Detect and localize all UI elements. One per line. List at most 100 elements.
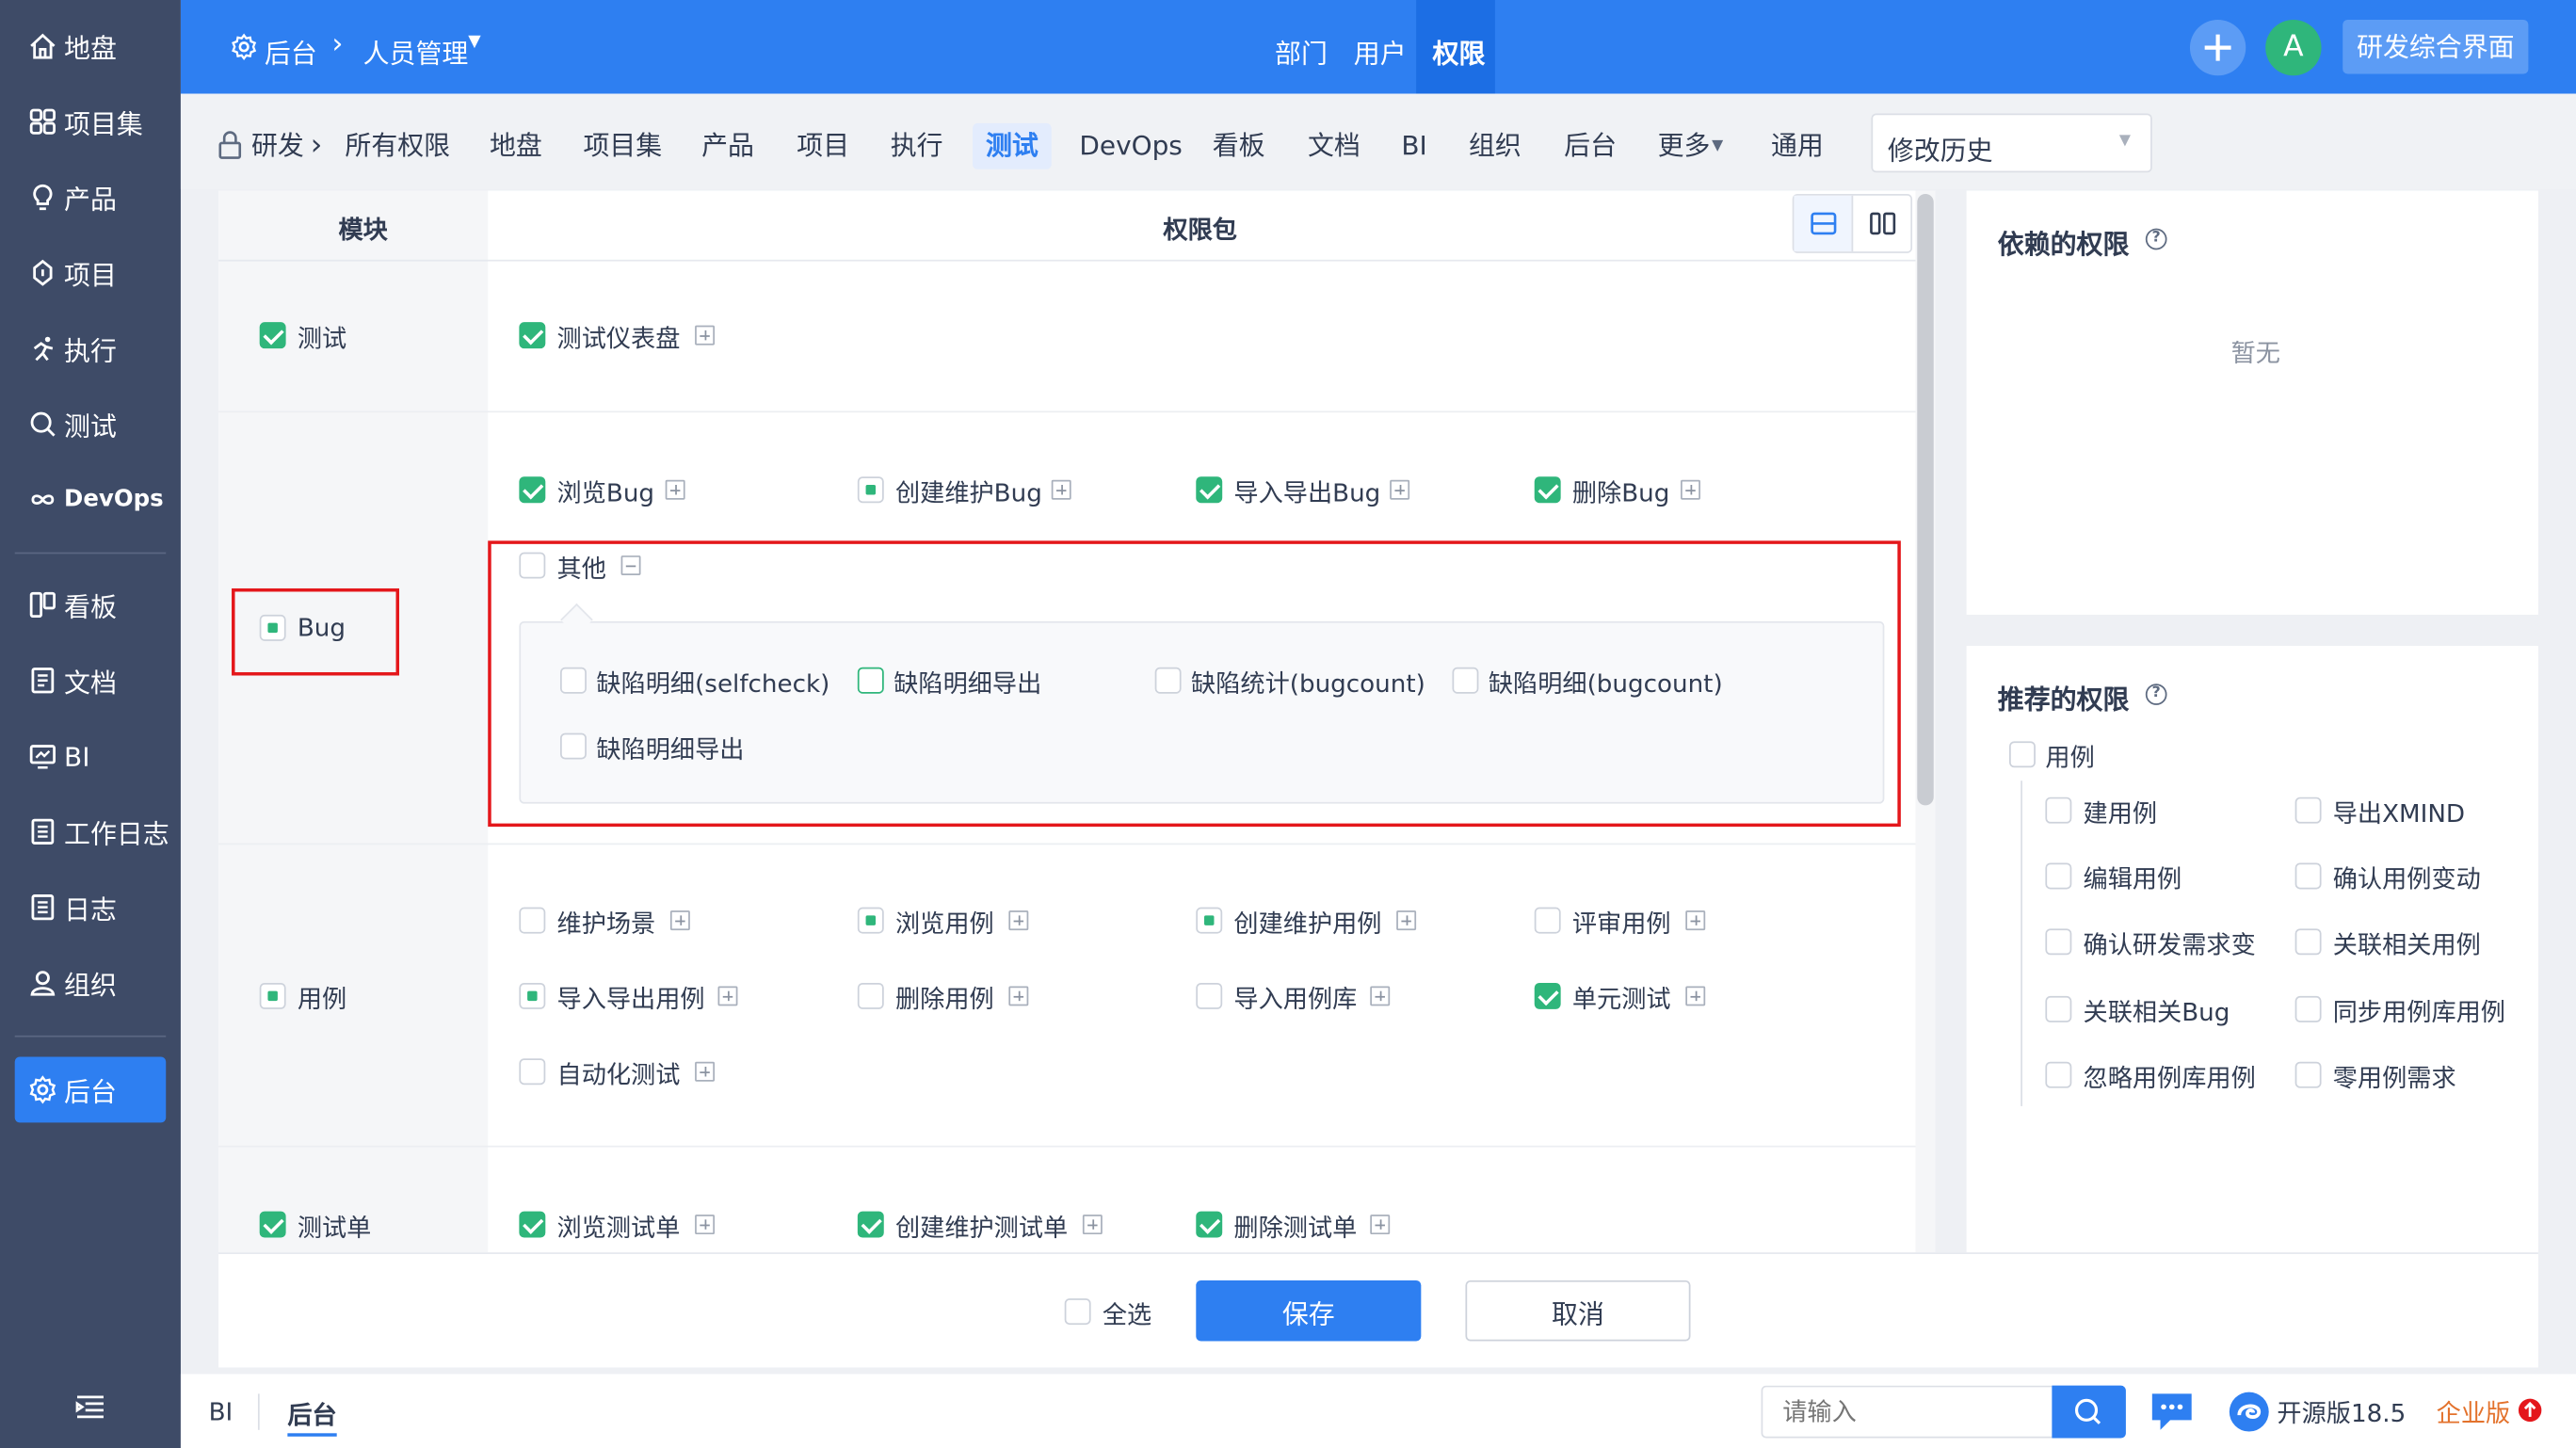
nav-devops[interactable]: DevOps (1079, 123, 1182, 169)
package-checkbox[interactable] (519, 907, 546, 934)
sidebar-item-journal[interactable]: 日志 (15, 875, 167, 941)
list-view-button[interactable] (1794, 195, 1854, 252)
scrollbar-track[interactable] (1915, 190, 1936, 1253)
recommended-checkbox[interactable] (2294, 928, 2322, 956)
package-checkbox[interactable] (857, 1211, 884, 1238)
nav-more[interactable]: 更多 (1658, 123, 1711, 169)
recommended-group-checkbox[interactable] (2009, 741, 2036, 768)
avatar[interactable]: A (2265, 19, 2322, 76)
tab-user[interactable]: 用户 (1354, 31, 1407, 71)
expand-icon[interactable] (695, 1061, 716, 1082)
nav-company[interactable]: 组织 (1469, 123, 1521, 169)
chat-icon[interactable] (2148, 1389, 2197, 1435)
package-checkbox[interactable] (519, 1058, 546, 1086)
module-checkbox-case[interactable] (259, 982, 286, 1009)
workspace-button[interactable]: 研发综合界面 (2343, 19, 2529, 74)
search-button[interactable] (2052, 1385, 2126, 1439)
sidebar-item-project[interactable]: 项目 (15, 240, 167, 306)
version-label[interactable]: 开源版18.5 (2277, 1395, 2406, 1430)
expand-icon[interactable] (695, 325, 716, 346)
recommended-checkbox[interactable] (2045, 796, 2072, 824)
chevron-down-icon[interactable]: ▼ (1712, 123, 1723, 169)
collapse-menu-icon[interactable] (75, 1393, 105, 1420)
expand-icon[interactable] (1685, 910, 1706, 931)
column-view-button[interactable] (1853, 196, 1912, 251)
sidebar-item-admin[interactable]: 后台 (14, 1056, 167, 1123)
save-button[interactable]: 保存 (1196, 1279, 1422, 1342)
package-checkbox[interactable] (857, 476, 884, 504)
enterprise-link[interactable]: 企业版 (2437, 1395, 2511, 1430)
expand-icon[interactable] (1390, 479, 1410, 500)
recommended-checkbox[interactable] (2294, 1061, 2322, 1088)
nav-doc[interactable]: 文档 (1308, 123, 1360, 169)
breadcrumb-root[interactable]: 后台 (265, 31, 317, 71)
package-checkbox[interactable] (1534, 476, 1561, 504)
recommended-checkbox[interactable] (2045, 995, 2072, 1022)
expand-icon[interactable] (669, 910, 690, 931)
nav-product[interactable]: 产品 (701, 123, 754, 169)
nav-my[interactable]: 地盘 (490, 123, 542, 169)
expand-icon[interactable] (1008, 986, 1029, 1006)
sidebar-item-worklog[interactable]: 工作日志 (15, 798, 169, 864)
module-checkbox-testtask[interactable] (259, 1211, 286, 1238)
help-icon[interactable]: ? (2145, 684, 2167, 705)
search-input[interactable] (1761, 1385, 2053, 1439)
subitem-checkbox[interactable] (857, 667, 884, 694)
nav-execution[interactable]: 执行 (891, 123, 943, 169)
sidebar-item-company[interactable]: 组织 (15, 950, 167, 1016)
expand-icon[interactable] (1082, 1215, 1103, 1235)
recommended-checkbox[interactable] (2294, 796, 2322, 824)
expand-icon[interactable] (1051, 479, 1071, 500)
scrollbar-thumb[interactable] (1917, 193, 1934, 806)
recommended-checkbox[interactable] (2045, 1061, 2072, 1088)
recommended-checkbox[interactable] (2294, 862, 2322, 890)
package-checkbox[interactable] (1196, 1211, 1223, 1238)
sidebar-item-product[interactable]: 产品 (15, 165, 167, 231)
tab-privilege[interactable]: 权限 (1433, 31, 1486, 71)
nav-program[interactable]: 项目集 (583, 123, 662, 169)
select-all-checkbox[interactable] (1064, 1298, 1091, 1326)
sidebar-item-qa[interactable]: 测试 (15, 391, 167, 457)
package-checkbox[interactable] (857, 907, 884, 934)
package-checkbox[interactable] (519, 1211, 546, 1238)
package-checkbox[interactable] (1196, 982, 1223, 1009)
footer-tab-bi[interactable]: BI (209, 1397, 233, 1426)
sidebar-item-devops[interactable]: DevOps (15, 467, 167, 533)
sidebar-item-dashboard[interactable]: 地盘 (15, 13, 167, 79)
nav-all[interactable]: 所有权限 (345, 123, 450, 169)
expand-icon[interactable] (1370, 1215, 1391, 1235)
package-checkbox[interactable] (519, 982, 546, 1009)
subitem-checkbox[interactable] (1452, 667, 1479, 694)
recommended-checkbox[interactable] (2045, 862, 2072, 890)
cancel-button[interactable]: 取消 (1465, 1279, 1691, 1342)
sidebar-item-kanban[interactable]: 看板 (15, 572, 167, 638)
nav-general[interactable]: 通用 (1771, 123, 1824, 169)
package-checkbox[interactable] (1534, 982, 1561, 1009)
expand-icon[interactable] (1681, 479, 1700, 500)
package-checkbox[interactable] (1534, 907, 1561, 934)
expand-icon[interactable] (1396, 910, 1417, 931)
help-icon[interactable]: ? (2145, 228, 2167, 250)
nav-project[interactable]: 项目 (797, 123, 849, 169)
breadcrumb-current[interactable]: 人员管理 (363, 31, 469, 71)
sidebar-item-program[interactable]: 项目集 (15, 88, 167, 154)
history-select[interactable]: 修改历史 ▼ (1871, 113, 2152, 173)
package-checkbox[interactable] (1196, 907, 1223, 934)
package-checkbox-other[interactable] (519, 552, 546, 579)
nav-admin[interactable]: 后台 (1564, 123, 1617, 169)
sidebar-item-execution[interactable]: 执行 (15, 315, 167, 381)
add-button[interactable] (2189, 19, 2246, 76)
expand-icon[interactable] (717, 986, 738, 1006)
expand-icon[interactable] (1008, 910, 1029, 931)
expand-icon[interactable] (695, 1215, 716, 1235)
footer-tab-admin[interactable]: 后台 (287, 1397, 337, 1437)
expand-icon[interactable] (1370, 986, 1391, 1006)
tab-department[interactable]: 部门 (1275, 31, 1328, 71)
sidebar-item-doc[interactable]: 文档 (15, 648, 167, 714)
module-checkbox-test[interactable] (259, 322, 286, 349)
recommended-checkbox[interactable] (2294, 995, 2322, 1022)
package-checkbox[interactable] (519, 322, 546, 349)
chevron-down-icon[interactable]: ▼ (468, 33, 480, 51)
subitem-checkbox[interactable] (560, 667, 587, 694)
expand-icon[interactable] (665, 479, 685, 500)
